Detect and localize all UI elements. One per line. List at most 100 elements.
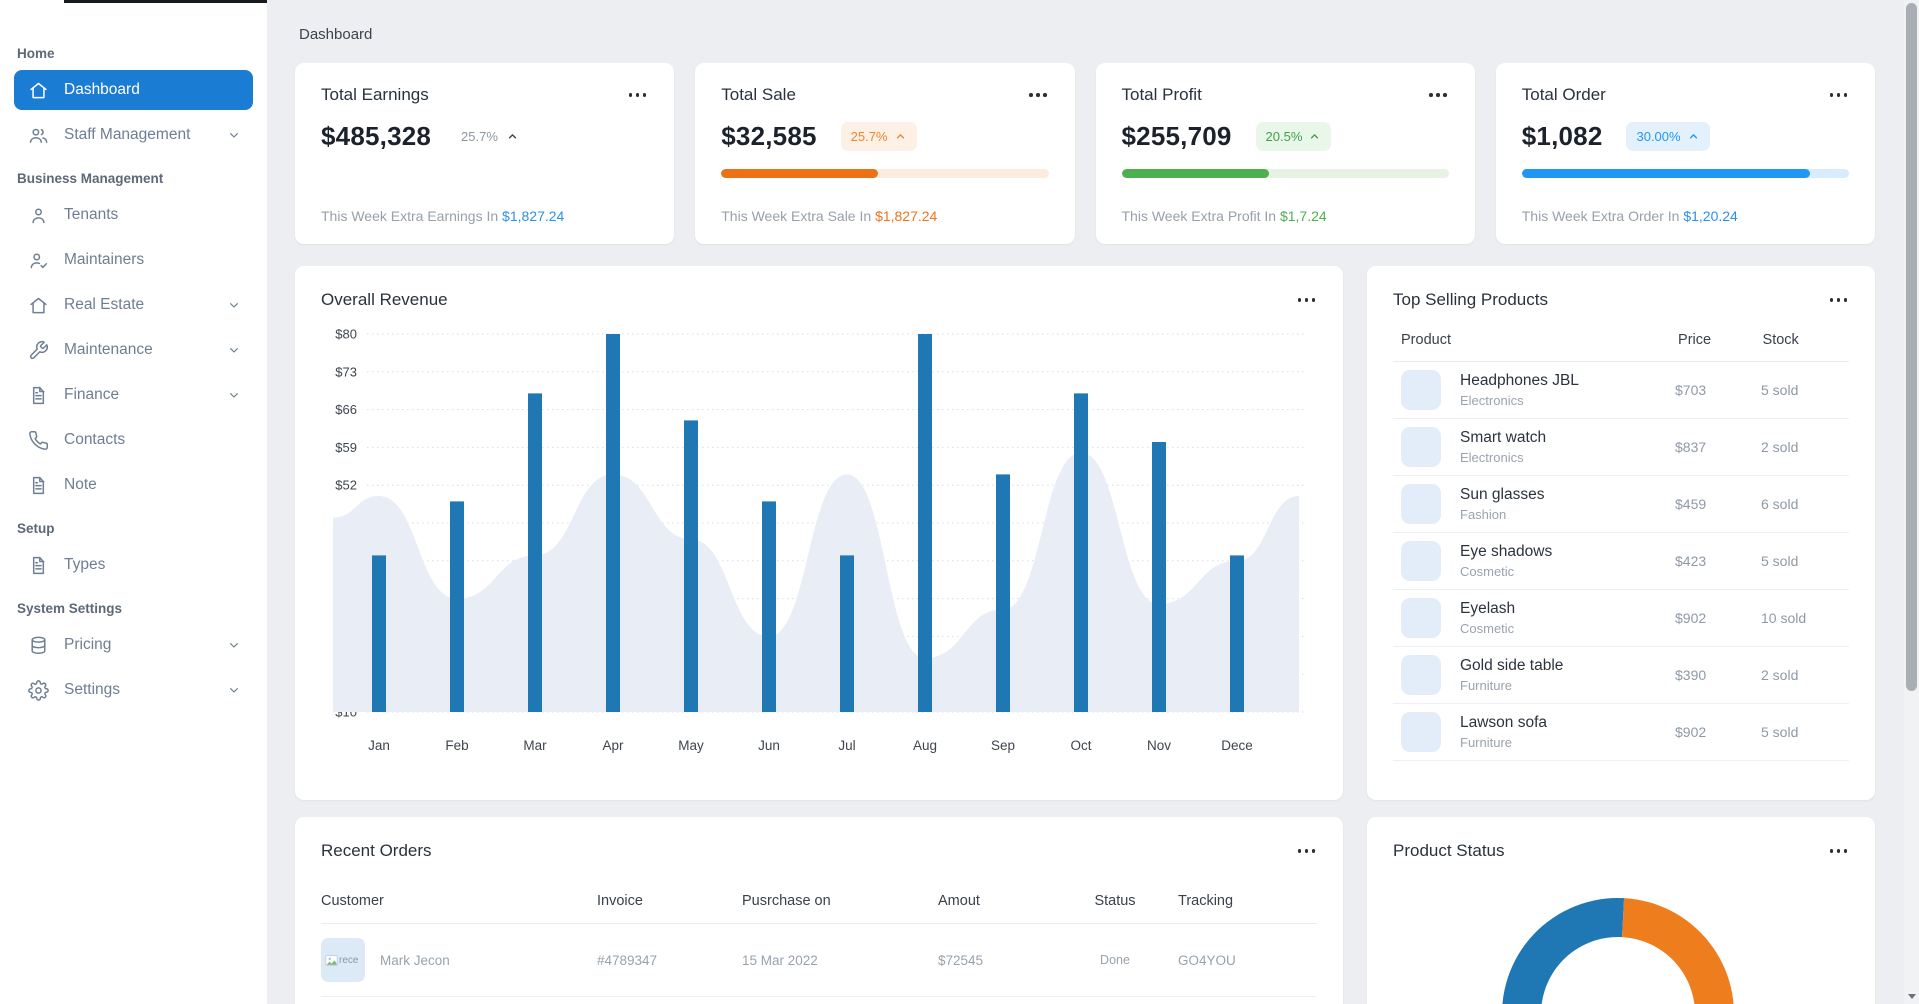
stat-card-footer: This Week Extra Order In $1,20.24	[1522, 208, 1849, 224]
product-status-donut-chart	[1393, 861, 1849, 1004]
page-scrollbar[interactable]	[1904, 0, 1919, 1004]
order-amount: $72545	[938, 952, 984, 968]
phone-icon	[28, 430, 49, 451]
more-options-button[interactable]	[1027, 88, 1049, 102]
stat-card-total-profit: Total Profit $255,709 20.5% This Week Extra…	[1095, 63, 1475, 244]
broken-image-alt-text: rece	[339, 954, 359, 966]
order-customer-cell: rece Mark Jecon	[321, 938, 597, 982]
revenue-bar-mar	[528, 393, 542, 712]
stat-card-head: Total Earnings	[321, 85, 648, 105]
product-info: Gold side table Furniture	[1460, 657, 1675, 693]
product-thumbnail	[1401, 712, 1441, 752]
column-pusrchase-on: Pusrchase on	[742, 893, 831, 909]
more-options-button[interactable]	[1427, 88, 1449, 102]
product-status-panel: Product Status	[1367, 817, 1875, 1004]
footer-amount: $1,827.24	[875, 208, 938, 224]
change-badge: 30.00%	[1626, 122, 1710, 151]
column-stock: Stock	[1762, 332, 1799, 348]
sidebar-item-label: Types	[64, 556, 106, 573]
recent-orders-title: Recent Orders	[321, 841, 432, 860]
top-selling-panel: Top Selling Products Product Price Stock…	[1367, 266, 1875, 800]
scrollbar-thumb[interactable]	[1906, 3, 1917, 691]
product-info: Sun glasses Fashion	[1460, 486, 1675, 522]
sidebar-item-contacts[interactable]: Contacts	[14, 420, 253, 460]
sidebar-item-types[interactable]: Types	[14, 545, 253, 585]
x-axis-tick-label: Aug	[913, 738, 937, 753]
x-axis-tick-label: Jul	[838, 738, 855, 753]
product-name: Eye shadows	[1460, 543, 1553, 560]
stat-value-row: $255,709 20.5%	[1122, 121, 1449, 152]
product-thumbnail	[1401, 598, 1441, 638]
product-price: $902	[1675, 724, 1707, 740]
product-category: Cosmetic	[1460, 564, 1515, 579]
product-category: Electronics	[1460, 393, 1524, 408]
product-name: Sun glasses	[1460, 486, 1545, 503]
product-price: $837	[1675, 439, 1707, 455]
change-percent: 30.00%	[1636, 129, 1681, 144]
sidebar-item-label: Staff Management	[64, 126, 191, 143]
product-stock: 2 sold	[1761, 667, 1799, 683]
more-options-button[interactable]	[1828, 88, 1850, 102]
stat-value-row: $485,328 25.7%	[321, 121, 648, 152]
product-name: Headphones JBL	[1460, 372, 1579, 389]
product-name: Lawson sofa	[1460, 714, 1548, 731]
home-icon	[28, 295, 49, 316]
footer-amount: $1,7.24	[1279, 208, 1327, 224]
overall-revenue-title: Overall Revenue	[321, 290, 448, 309]
revenue-bar-jul	[840, 555, 854, 712]
product-thumbnail	[1401, 427, 1441, 467]
more-options-button[interactable]	[1296, 844, 1318, 858]
x-axis-tick-label: Sep	[991, 738, 1015, 753]
arrow-down-icon	[1907, 994, 1916, 999]
breadcrumb: Dashboard	[299, 26, 373, 43]
product-price: $459	[1675, 496, 1707, 512]
sidebar-section-home: Home	[17, 46, 55, 61]
y-axis-tick-label: $66	[335, 402, 357, 417]
change-badge: 20.5%	[1255, 122, 1332, 151]
product-category: Fashion	[1460, 507, 1507, 522]
sidebar-item-finance[interactable]: Finance	[14, 375, 253, 415]
stat-card-head: Total Sale	[721, 85, 1048, 105]
product-price: $423	[1675, 553, 1707, 569]
chevron-up-icon	[506, 130, 519, 143]
gear-icon	[28, 679, 49, 701]
product-row-headphones-jbl: Headphones JBL Electronics $703 5 sold	[1393, 362, 1849, 419]
sidebar-item-maintenance[interactable]: Maintenance	[14, 330, 253, 370]
product-name: Eyelash	[1460, 600, 1516, 617]
more-options-button[interactable]	[627, 88, 649, 102]
sidebar-item-staff-management[interactable]: Staff Management	[14, 115, 253, 155]
stat-value-row: $32,585 25.7%	[721, 121, 1048, 152]
sidebar-item-real-estate[interactable]: Real Estate	[14, 285, 253, 325]
customer-avatar-broken-image: rece	[321, 938, 365, 982]
sidebar-item-tenants[interactable]: Tenants	[14, 195, 253, 235]
more-options-button[interactable]	[1828, 293, 1850, 307]
product-row-smart-watch: Smart watch Electronics $837 2 sold	[1393, 419, 1849, 476]
change-badge: 25.7%	[461, 129, 519, 144]
sidebar-item-maintainers[interactable]: Maintainers	[14, 240, 253, 280]
sidebar-item-label: Real Estate	[64, 296, 145, 313]
footer-amount: $1,20.24	[1683, 208, 1738, 224]
sidebar: Home Dashboard Staff Management Business Ma…	[0, 0, 267, 1004]
more-options-button[interactable]	[1828, 844, 1850, 858]
more-options-button[interactable]	[1296, 293, 1318, 307]
stat-card-total-earnings: Total Earnings $485,328 25.7% This Week Ext…	[295, 63, 675, 244]
sidebar-item-dashboard[interactable]: Dashboard	[14, 70, 253, 110]
product-info: Eyelash Cosmetic	[1460, 600, 1675, 636]
product-thumbnail	[1401, 541, 1441, 581]
stat-card-total-order: Total Order $1,082 30.00% This Week Extra O…	[1495, 63, 1875, 244]
sidebar-item-note[interactable]: Note	[14, 465, 253, 505]
stat-value-row: $1,082 30.00%	[1522, 121, 1849, 152]
order-purchase-date: 15 Mar 2022	[742, 952, 818, 968]
revenue-bar-apr	[606, 334, 620, 712]
x-axis-tick-label: Feb	[445, 738, 468, 753]
scrollbar-down-button[interactable]	[1904, 989, 1919, 1004]
change-percent: 25.7%	[461, 129, 498, 144]
sidebar-item-pricing[interactable]: Pricing	[14, 625, 253, 665]
sidebar-item-settings[interactable]: Settings	[14, 670, 253, 710]
sidebar-section-system-settings: System Settings	[17, 601, 123, 616]
stat-card-head: Total Profit	[1122, 85, 1449, 105]
product-status-title: Product Status	[1393, 841, 1505, 860]
person-icon	[28, 205, 49, 226]
order-tracking: GO4YOU	[1178, 952, 1236, 968]
footer-text: This Week Extra Profit In	[1121, 208, 1280, 224]
